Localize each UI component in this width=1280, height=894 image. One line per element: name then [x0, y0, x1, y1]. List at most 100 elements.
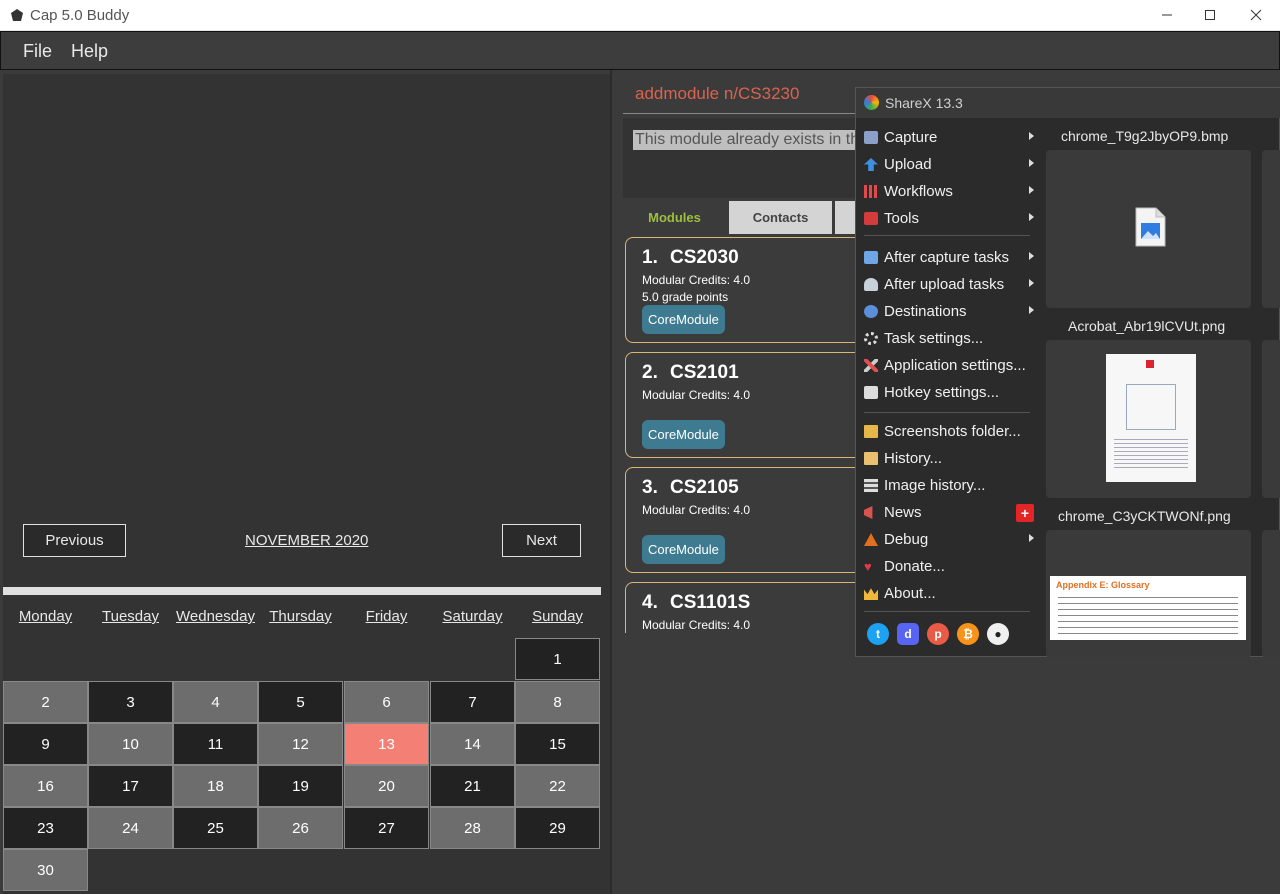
image-history-icon [864, 479, 878, 492]
sharex-menu-task-settings[interactable]: Task settings... [864, 325, 1039, 352]
twitter-icon[interactable]: t [867, 623, 889, 645]
sharex-menu-tools[interactable]: Tools [864, 205, 1039, 232]
sharex-menu-capture[interactable]: Capture [864, 124, 1039, 151]
sharex-menu-screenshots-folder[interactable]: Screenshots folder... [864, 418, 1039, 445]
module-list[interactable]: 1. CS2030 Modular Credits: 4.0 5.0 grade… [623, 234, 883, 633]
calendar-day[interactable]: 5 [258, 681, 343, 723]
sharex-menu-about[interactable]: About... [864, 580, 1039, 607]
menu-help[interactable]: Help [71, 41, 108, 62]
sharex-menu-upload[interactable]: Upload [864, 151, 1039, 178]
text-preview [1114, 438, 1188, 468]
crown-icon [864, 588, 878, 600]
calendar-day[interactable]: 23 [3, 807, 88, 849]
heart-icon: ♥ [864, 559, 872, 574]
calendar-day[interactable]: 24 [88, 807, 173, 849]
sharex-menu-donate[interactable]: ♥ Donate... [864, 553, 1039, 580]
submenu-arrow-icon [1029, 534, 1034, 542]
calendar-day[interactable]: 21 [430, 765, 515, 807]
history-icon [864, 452, 878, 465]
sharex-menu-news[interactable]: News + [864, 499, 1039, 526]
calendar-day[interactable]: 8 [515, 681, 600, 723]
tab-contacts[interactable]: Contacts [729, 201, 832, 234]
calendar-day[interactable]: 20 [344, 765, 429, 807]
calendar-day[interactable]: 29 [515, 807, 600, 849]
upload-icon [864, 158, 878, 171]
next-month-button[interactable]: Next [502, 524, 581, 557]
calendar-day[interactable]: 10 [88, 723, 173, 765]
sharex-menu-after-capture[interactable]: After capture tasks [864, 244, 1039, 271]
tab-modules[interactable]: Modules [623, 201, 726, 234]
sharex-menu-after-upload[interactable]: After upload tasks [864, 271, 1039, 298]
tab-next[interactable] [835, 201, 855, 234]
recent-thumbnail[interactable] [1046, 340, 1251, 498]
calendar-day[interactable]: 15 [515, 723, 600, 765]
calendar-day[interactable]: 25 [173, 807, 258, 849]
recent-thumbnail[interactable]: Appendix E: Glossary [1046, 530, 1251, 658]
module-index: 1. [642, 247, 658, 268]
calendar-day[interactable]: 27 [344, 807, 429, 849]
calendar-day[interactable]: 16 [3, 765, 88, 807]
sharex-menu-label: History... [884, 450, 943, 467]
github-icon[interactable]: ● [987, 623, 1009, 645]
sharex-menu-application-settings[interactable]: Application settings... [864, 352, 1039, 379]
discord-icon[interactable]: d [897, 623, 919, 645]
after-capture-icon [864, 251, 878, 264]
result-display[interactable]: This module already exists in th [623, 118, 883, 198]
calendar-day[interactable]: 9 [3, 723, 88, 765]
recent-thumbnail-partial[interactable] [1262, 530, 1280, 658]
sharex-menu-debug[interactable]: Debug [864, 526, 1039, 553]
maximize-button[interactable] [1195, 4, 1225, 26]
destinations-icon [864, 305, 878, 318]
recent-file-name: chrome_T9g2JbyOP9.bmp [1061, 128, 1229, 144]
day-header-friday: Friday [365, 608, 408, 625]
module-card[interactable]: 1. CS2030 Modular Credits: 4.0 5.0 grade… [625, 237, 883, 343]
sharex-menu-label: Capture [884, 129, 938, 146]
wrench-icon [864, 359, 878, 372]
calendar-day[interactable]: 28 [430, 807, 515, 849]
sharex-menu-history[interactable]: History... [864, 445, 1039, 472]
panel-divider[interactable] [610, 70, 612, 894]
sharex-menu-destinations[interactable]: Destinations [864, 298, 1039, 325]
minimize-button[interactable] [1152, 4, 1182, 26]
sharex-menu-hotkey-settings[interactable]: Hotkey settings... [864, 379, 1039, 406]
recent-thumbnail-partial[interactable] [1262, 150, 1280, 308]
sharex-menu-workflows[interactable]: Workflows [864, 178, 1039, 205]
calendar-day[interactable]: 1 [515, 638, 600, 680]
close-button[interactable] [1241, 4, 1271, 26]
menu-separator [864, 235, 1030, 236]
calendar-day[interactable]: 7 [430, 681, 515, 723]
module-card[interactable]: 2. CS2101 Modular Credits: 4.0 CoreModul… [625, 352, 883, 458]
calendar-day[interactable]: 17 [88, 765, 173, 807]
previous-month-button[interactable]: Previous [23, 524, 126, 557]
command-input[interactable]: addmodule n/CS3230 [623, 76, 883, 114]
document-preview [1106, 354, 1196, 482]
window-titlebar: Cap 5.0 Buddy [0, 0, 1280, 31]
calendar-day[interactable]: 19 [258, 765, 343, 807]
calendar-day[interactable]: 3 [88, 681, 173, 723]
calendar-day[interactable]: 22 [515, 765, 600, 807]
sharex-menu-image-history[interactable]: Image history... [864, 472, 1039, 499]
menu-file[interactable]: File [23, 41, 52, 62]
calendar-day[interactable]: 18 [173, 765, 258, 807]
module-card[interactable]: 4. CS1101S Modular Credits: 4.0 [625, 582, 883, 633]
module-code: CS2030 [670, 247, 739, 268]
calendar-day[interactable]: 30 [3, 849, 88, 891]
submenu-arrow-icon [1029, 186, 1034, 194]
maximize-icon [1205, 10, 1215, 20]
calendar-day[interactable]: 26 [258, 807, 343, 849]
calendar-day[interactable]: 11 [173, 723, 258, 765]
bitcoin-icon[interactable]: ₿ [957, 623, 979, 645]
calendar-day[interactable]: 2 [3, 681, 88, 723]
text-preview [1058, 594, 1238, 634]
calendar-day[interactable]: 4 [173, 681, 258, 723]
module-card[interactable]: 3. CS2105 Modular Credits: 4.0 CoreModul… [625, 467, 883, 573]
recent-thumbnail-partial[interactable] [1262, 340, 1280, 498]
calendar-day-today[interactable]: 13 [344, 723, 429, 765]
calendar-day[interactable]: 6 [344, 681, 429, 723]
app-icon [11, 9, 23, 21]
recent-file-name: chrome_C3yCKTWONf.png [1058, 508, 1231, 524]
calendar-day[interactable]: 12 [258, 723, 343, 765]
calendar-day[interactable]: 14 [430, 723, 515, 765]
recent-thumbnail[interactable] [1046, 150, 1251, 308]
patreon-icon[interactable]: p [927, 623, 949, 645]
